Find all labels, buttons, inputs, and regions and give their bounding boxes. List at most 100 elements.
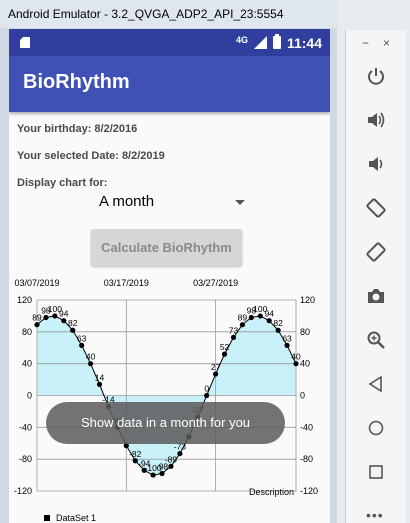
data-label: 73 (229, 325, 239, 335)
network-type-label: 4G (235, 34, 248, 45)
y-tick-label-left: 120 (17, 295, 32, 305)
data-label: 0 (204, 384, 209, 394)
toast-message: Show data in a month for you (46, 402, 285, 444)
data-point (239, 322, 246, 328)
y-tick-label-left: 80 (22, 327, 32, 337)
calculate-biorhythm-button[interactable]: Calculate BioRhythm (91, 229, 242, 266)
data-point (79, 342, 85, 348)
battery-icon (272, 34, 281, 49)
data-label: -89 (165, 454, 178, 464)
overview-icon (369, 465, 383, 479)
data-label: 94 (264, 309, 274, 319)
home-icon (368, 420, 384, 436)
data-point (96, 381, 103, 387)
y-tick-label-right: -40 (300, 422, 313, 432)
data-point (168, 463, 174, 469)
zoom-button[interactable] (360, 324, 392, 356)
minimize-button[interactable]: − (362, 36, 369, 50)
data-point (70, 327, 76, 333)
window-titlebar[interactable]: Android Emulator - 3.2_QVGA_ADP2_API_23:… (0, 0, 337, 28)
data-point (284, 342, 290, 348)
emulator-window: Android Emulator - 3.2_QVGA_ADP2_API_23:… (0, 0, 337, 523)
period-spinner[interactable]: A month (99, 192, 245, 214)
data-point (230, 334, 237, 341)
volume-down-icon (369, 157, 383, 171)
data-point (248, 314, 254, 321)
camera-icon (368, 289, 384, 303)
data-label: -82 (129, 449, 142, 459)
dropdown-arrow-icon (235, 200, 245, 205)
status-indicators: 4G 11:44 (236, 29, 322, 56)
legend-swatch (44, 515, 50, 521)
data-point (266, 318, 272, 324)
volume-up-button[interactable] (360, 104, 392, 136)
data-point (213, 371, 219, 377)
y-tick-label-left: 0 (27, 391, 32, 401)
data-label: 94 (59, 309, 69, 319)
zoom-icon (367, 331, 385, 349)
rotate-left-button[interactable] (360, 192, 392, 224)
x-tick-label: 03/27/2019 (193, 278, 238, 288)
x-tick-label: 03/07/2019 (14, 278, 59, 288)
data-label: 63 (77, 333, 87, 343)
data-point (293, 361, 299, 367)
data-label: 82 (68, 318, 78, 328)
data-point (52, 313, 58, 319)
data-point (61, 318, 67, 324)
data-point (150, 472, 156, 478)
data-point (34, 322, 40, 328)
display-chart-label: Display chart for: (17, 177, 108, 189)
volume-down-button[interactable] (360, 148, 392, 180)
chart-svg: 89981009482634014-14-40-82-94-100-98-89-… (14, 278, 318, 523)
data-point (275, 327, 281, 333)
legend-label: DataSet 1 (56, 513, 96, 523)
y-tick-label-right: 40 (300, 359, 310, 369)
data-point (257, 313, 263, 319)
data-point (204, 392, 210, 399)
power-button[interactable] (360, 60, 392, 92)
more-options-icon[interactable]: ••• (366, 507, 384, 523)
power-icon (368, 68, 384, 85)
data-point (87, 361, 94, 367)
y-tick-label-left: 40 (22, 359, 32, 369)
back-icon (368, 375, 382, 393)
rotate-right-icon (366, 242, 386, 262)
y-tick-label-left: -40 (19, 422, 32, 432)
data-label: 52 (220, 342, 230, 352)
data-label: 14 (95, 372, 105, 382)
app-title: BioRhythm (23, 71, 130, 93)
home-button[interactable] (360, 412, 392, 444)
data-point (221, 351, 228, 357)
emulator-side-panel: − × ••• (345, 30, 406, 523)
screenshot-button[interactable] (360, 280, 392, 312)
y-tick-label-right: 80 (300, 327, 310, 337)
close-button[interactable]: × (383, 36, 390, 50)
window-title: Android Emulator - 3.2_QVGA_ADP2_API_23:… (8, 7, 284, 21)
biorhythm-chart[interactable]: 89981009482634014-14-40-82-94-100-98-89-… (9, 273, 330, 523)
y-tick-label-right: -120 (300, 486, 318, 496)
data-label: 27 (211, 362, 221, 372)
phone-screen: 4G 11:44 BioRhythm Your birthday: 8/2/20… (9, 29, 330, 523)
chart-description: Description (249, 487, 294, 497)
data-label: 82 (273, 318, 283, 328)
data-point (177, 450, 183, 457)
y-tick-label-right: 120 (300, 295, 315, 305)
back-button[interactable] (360, 368, 392, 400)
spinner-selected-value: A month (99, 193, 155, 210)
volume-up-icon (368, 112, 385, 128)
y-tick-label-right: -80 (300, 454, 313, 464)
selected-date-label: Your selected Date: 8/2/2019 (17, 150, 165, 162)
signal-icon (253, 36, 267, 49)
y-tick-label-left: -80 (19, 454, 32, 464)
data-label: 63 (282, 333, 292, 343)
rotate-right-button[interactable] (360, 236, 392, 268)
status-clock: 11:44 (286, 34, 322, 51)
overview-button[interactable] (360, 456, 392, 488)
sd-card-icon (20, 37, 30, 48)
side-panel-header: − × (346, 36, 406, 52)
status-bar: 4G 11:44 (9, 29, 330, 56)
x-tick-label: 03/17/2019 (104, 278, 149, 288)
data-label: 40 (86, 352, 96, 362)
y-tick-label-right: 0 (300, 391, 305, 401)
birthday-label: Your birthday: 8/2/2016 (17, 123, 138, 135)
